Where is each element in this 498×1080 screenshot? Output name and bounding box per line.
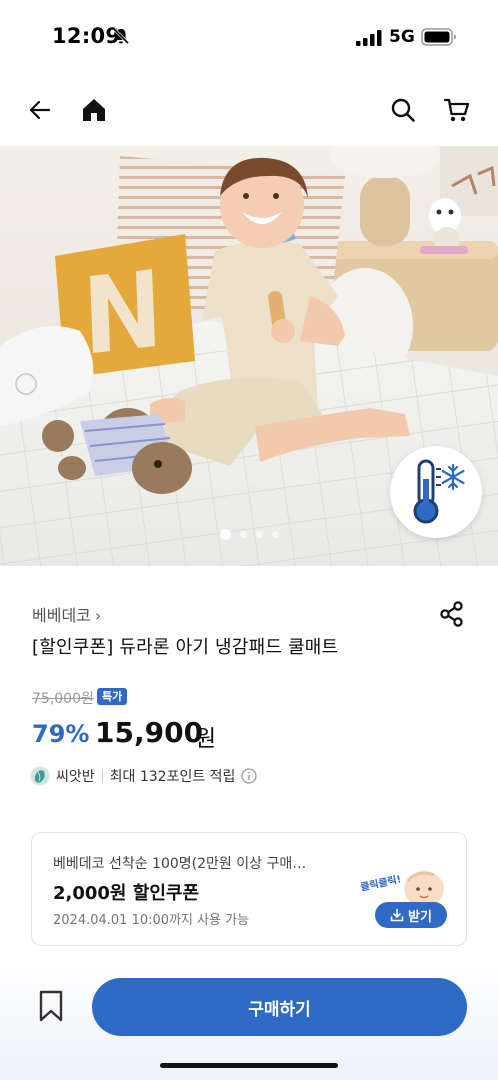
divider [101, 770, 103, 782]
buy-button[interactable]: 구매하기 [92, 978, 467, 1036]
coupon-title: 2,000원 할인쿠폰 [53, 883, 200, 904]
coupon-card[interactable]: 베베데코 선착순 100명(2만원 이상 구매… 2,000원 할인쿠폰 202… [31, 832, 467, 946]
coupon-expiry: 2024.04.01 10:00까지 사용 가능 [53, 913, 250, 928]
search-icon [391, 98, 415, 122]
seed-label: 씨앗반 [56, 769, 95, 785]
original-price: 75,000원 [32, 691, 94, 707]
signal-icon [356, 30, 382, 50]
download-icon [390, 908, 404, 922]
points-info-row: 씨앗반 최대 132포인트 적립 [30, 764, 258, 788]
info-icon[interactable] [241, 768, 258, 784]
back-button[interactable] [24, 94, 56, 126]
home-indicator [160, 1063, 338, 1068]
network-label: 5G [389, 27, 415, 47]
special-price-badge: 특가 [97, 688, 128, 705]
coupon-description: 베베데코 선착순 100명(2만원 이상 구매… [53, 856, 307, 872]
chevron-right-icon: › [94, 606, 102, 625]
product-title: [할인쿠폰] 듀라론 아기 냉감패드 쿨매트 [32, 637, 339, 658]
carousel-dot[interactable] [271, 531, 279, 538]
currency-unit: 원 [195, 726, 217, 752]
search-button[interactable] [387, 94, 419, 126]
points-text: 최대 132포인트 적립 [109, 769, 236, 785]
brand-link[interactable]: 베베데코 › [32, 602, 101, 626]
brand-name: 베베데코 [32, 606, 91, 625]
baby-mascot-illustration: 클릭클릭! [359, 871, 444, 907]
share-icon [440, 601, 463, 627]
bell-off-icon [112, 27, 130, 49]
status-bar: 12:09 5G [0, 0, 498, 70]
cart-button[interactable] [441, 94, 473, 126]
bookmark-button[interactable] [36, 989, 66, 1023]
carousel-dot[interactable] [239, 531, 247, 538]
coupon-download-button[interactable]: 받기 [375, 902, 447, 928]
share-button[interactable] [437, 599, 467, 629]
home-button[interactable] [78, 94, 110, 126]
battery-icon [421, 28, 457, 50]
top-nav-bar [0, 84, 498, 136]
back-arrow-icon [29, 100, 51, 120]
carousel-dot[interactable] [219, 529, 231, 540]
cooling-badge [390, 446, 482, 538]
status-time: 12:09 [52, 24, 121, 48]
seed-icon [30, 766, 50, 786]
product-image-carousel[interactable] [0, 146, 498, 566]
bookmark-icon [39, 990, 63, 1022]
carousel-dot[interactable] [255, 531, 263, 538]
thermometer-snowflake-icon [413, 459, 465, 524]
download-label: 받기 [408, 909, 432, 925]
sale-price: 15,900 [95, 716, 204, 749]
discount-rate: 79% [32, 720, 90, 748]
coupon-deco-text: 클릭클릭! [359, 873, 402, 893]
cart-icon [443, 98, 470, 122]
home-icon [83, 99, 105, 121]
